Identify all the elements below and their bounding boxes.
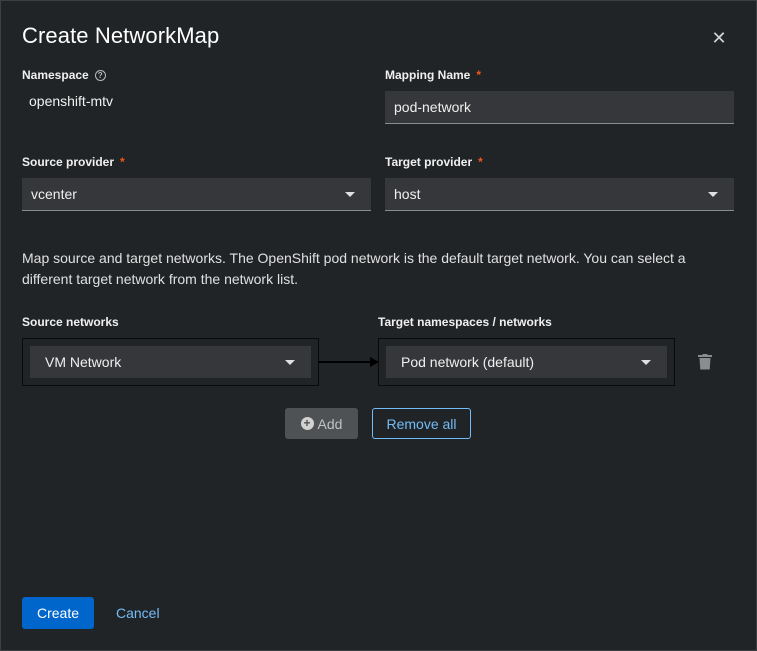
required-asterisk: * [476,68,482,82]
namespace-label-text: Namespace [22,68,89,82]
caret-down-icon [708,192,718,197]
target-provider-label-text: Target provider [385,155,473,169]
source-networks-header: Source networks [22,315,119,329]
target-provider-value: host [394,186,421,202]
mapping-name-value: pod-network [394,99,472,115]
target-networks-header: Target namespaces / networks [378,315,552,329]
namespace-label: Namespace? [22,68,106,82]
create-networkmap-modal: Create NetworkMap ✕ Namespace? openshift… [0,0,757,651]
plus-circle-icon: + [300,417,314,430]
close-icon[interactable]: ✕ [710,29,728,47]
add-label: Add [317,415,343,432]
namespace-value: openshift-mtv [29,93,114,109]
source-provider-label-text: Source provider [22,155,115,169]
caret-down-icon [345,192,355,197]
create-button[interactable]: Create [22,597,94,629]
source-provider-label: Source provider * [22,155,125,169]
target-network-value: Pod network (default) [401,354,535,370]
trash-icon[interactable] [698,354,712,370]
mapping-name-label: Mapping Name * [385,68,481,82]
mapping-arrow-icon [318,357,379,367]
source-provider-value: vcenter [31,186,77,202]
add-mapping-button[interactable]: + Add [285,408,358,439]
caret-down-icon [285,360,295,365]
source-network-select[interactable]: VM Network [30,346,311,378]
target-provider-select[interactable]: host [385,178,734,211]
mapping-name-input[interactable]: pod-network [385,91,734,124]
question-circle-icon[interactable]: ? [94,70,106,81]
required-asterisk: * [478,155,483,169]
target-network-box: Pod network (default) [378,338,675,386]
source-network-box: VM Network [22,338,319,386]
cancel-button[interactable]: Cancel [116,605,160,621]
mapping-name-label-text: Mapping Name [385,68,471,82]
source-provider-select[interactable]: vcenter [22,178,371,211]
target-provider-label: Target provider * [385,155,483,169]
remove-all-button[interactable]: Remove all [372,408,471,439]
modal-title: Create NetworkMap [22,23,220,48]
source-network-value: VM Network [45,354,122,370]
target-network-select[interactable]: Pod network (default) [386,346,667,378]
required-asterisk: * [120,155,125,169]
caret-down-icon [641,360,651,365]
mapping-description: Map source and target networks. The Open… [22,250,686,287]
